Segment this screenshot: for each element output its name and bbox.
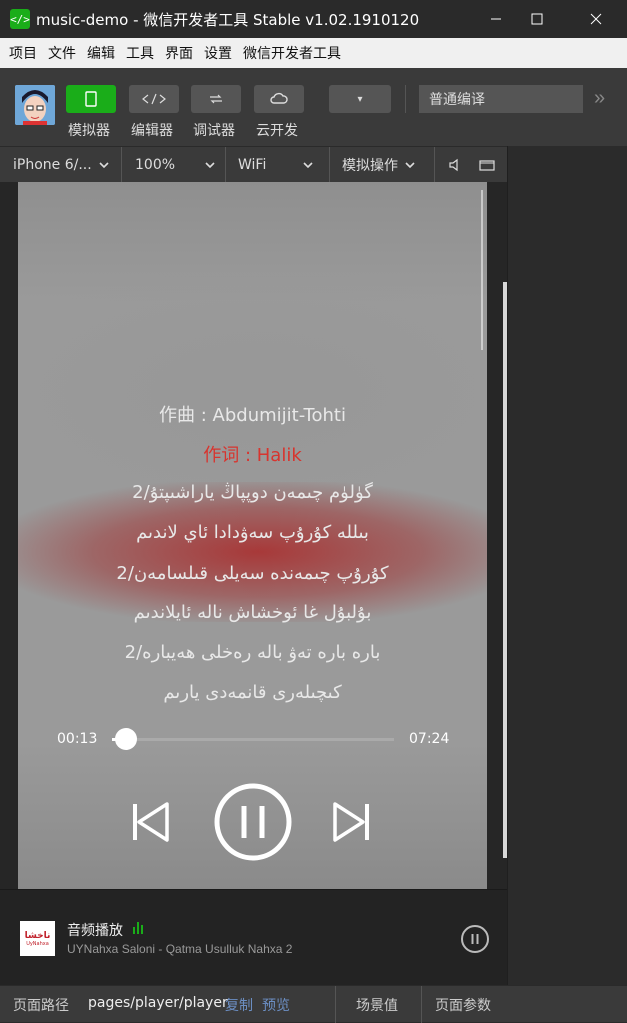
pause-icon [214, 783, 292, 861]
zoom-select[interactable]: 100% [135, 147, 216, 183]
mode-dropdown-button[interactable]: ▾ [329, 85, 391, 113]
avatar[interactable] [15, 85, 55, 125]
operation-value: 模拟操作 [342, 158, 398, 174]
playing-indicator-icon [133, 922, 143, 934]
simulator-label: 模拟器 [68, 123, 110, 139]
toolbar-divider [405, 85, 406, 113]
audio-title: 音频播放 [67, 923, 123, 939]
divider [335, 986, 336, 1023]
menu-item-view[interactable]: 界面 [165, 43, 193, 63]
cover-subtitle: UyNahxa [26, 940, 49, 947]
lyric-line: باره باره تەۋ باله رەخلى ھەيباره/2 [124, 642, 381, 663]
lyric-line: كىچىلەرى قانمەدى يارىم [163, 682, 342, 703]
lyric-line-active: 作词 : Halik [203, 445, 302, 466]
background-blur [18, 482, 487, 622]
more-tools-icon[interactable]: » [594, 87, 605, 110]
editor-toggle-button[interactable] [129, 85, 179, 113]
simulator-options-bar: iPhone 6/... 100% WiFi 模拟操作 [0, 146, 507, 183]
network-select[interactable]: WiFi [238, 147, 314, 183]
sound-toggle[interactable] [448, 147, 462, 183]
device-select[interactable]: iPhone 6/... [13, 147, 110, 183]
copy-path-link[interactable]: 复制 [225, 995, 253, 1015]
menu-item-edit[interactable]: 编辑 [87, 43, 115, 63]
lyric-line: كۇرۇپ چىمەندە سەيلى قىلسامەن/2 [116, 563, 389, 584]
window-title: music-demo - 微信开发者工具 Stable v1.02.191012… [36, 10, 420, 29]
cloud-dev-button[interactable] [254, 85, 304, 113]
simulator-scrollbar[interactable] [503, 282, 507, 858]
current-time: 00:13 [57, 731, 98, 747]
chevron-down-icon [405, 162, 415, 169]
popout-button[interactable] [479, 147, 495, 183]
phone-icon [85, 91, 97, 107]
menu-item-settings[interactable]: 设置 [204, 43, 232, 63]
compile-mode-select[interactable]: 普通编译 [419, 85, 583, 113]
menu-item-devtools[interactable]: 微信开发者工具 [243, 43, 341, 63]
page-path: pages/player/player [88, 995, 228, 1011]
debugger-label: 调试器 [193, 123, 235, 139]
mini-pause-button[interactable] [461, 925, 489, 953]
album-cover: ناخشا UyNahxa [20, 921, 55, 956]
close-icon [590, 13, 602, 25]
lyric-line: بىللە كۇرۇپ سەۋدادا ئاي لاندىم [136, 522, 369, 543]
chevron-down-icon [303, 162, 313, 169]
menu-bar: 项目 文件 编辑 工具 界面 设置 微信开发者工具 [0, 38, 627, 68]
skip-next-icon [333, 802, 369, 842]
next-track-button[interactable] [331, 800, 371, 844]
divider [434, 147, 435, 183]
chevron-down-icon [205, 162, 215, 169]
audio-subtitle: UYNahxa Saloni - Qatma Usulluk Nahxa 2 [67, 942, 293, 956]
network-value: WiFi [238, 157, 267, 173]
caret-down-icon: ▾ [357, 93, 363, 105]
zoom-value: 100% [135, 157, 176, 173]
simulate-operation-select[interactable]: 模拟操作 [342, 147, 416, 183]
debugger-toggle-button[interactable] [191, 85, 241, 113]
divider [225, 147, 226, 183]
simulator-toggle-button[interactable] [66, 85, 116, 113]
player-screen: 作曲 : Abdumijit-Tohti 作词 : Halik گۈلۈم چى… [18, 182, 487, 889]
menu-item-tools[interactable]: 工具 [126, 43, 154, 63]
minimize-icon [491, 18, 501, 20]
page-path-label: 页面路径 [13, 998, 69, 1014]
preview-link[interactable]: 预览 [262, 995, 290, 1015]
menu-item-project[interactable]: 项目 [9, 43, 37, 63]
lyric-line: 作曲 : Abdumijit-Tohti [159, 405, 346, 426]
previous-track-button[interactable] [131, 800, 171, 844]
speaker-icon [449, 158, 458, 172]
cover-title: ناخشا [24, 930, 51, 941]
chevron-down-icon [99, 162, 109, 169]
editor-label: 编辑器 [131, 123, 173, 139]
background-audio-bar[interactable]: ناخشا UyNahxa 音频播放 UYNahxa Saloni - Qatm… [0, 889, 507, 985]
avatar-icon [15, 85, 55, 125]
window-popout-icon [479, 160, 495, 171]
progress-track[interactable] [112, 738, 394, 741]
maximize-icon [531, 13, 543, 25]
device-value: iPhone 6/... [13, 157, 92, 173]
window-titlebar: </> music-demo - 微信开发者工具 Stable v1.02.19… [0, 0, 627, 38]
panel-divider [507, 146, 508, 1022]
total-time: 07:24 [409, 731, 450, 747]
divider [121, 147, 122, 183]
cloud-icon [270, 92, 288, 104]
pause-icon [471, 934, 479, 944]
skip-previous-icon [133, 802, 169, 842]
cloud-dev-label: 云开发 [256, 123, 298, 139]
lyrics-scrollbar [481, 190, 483, 350]
lyric-line: گۈلۈم چىمەن دوپپاڭ ياراشىپتۇ/2 [132, 482, 373, 503]
divider [421, 986, 422, 1023]
app-logo-icon: </> [10, 9, 30, 29]
menu-item-file[interactable]: 文件 [48, 43, 76, 63]
pause-button[interactable] [213, 782, 293, 862]
right-panel [507, 146, 627, 1022]
maximize-button[interactable] [511, 0, 563, 38]
close-button[interactable] [570, 0, 622, 38]
code-icon [142, 93, 166, 105]
lyric-line: بۇلبۇل غا ئوخشاش ناله ئايلاندىم [133, 602, 372, 623]
debug-icon [210, 94, 222, 104]
status-bar: 页面路径 pages/player/player 复制 预览 场景值 页面参数 [0, 985, 627, 1023]
divider [329, 147, 330, 183]
main-toolbar: 模拟器 编辑器 调试器 云开发 ▾ 普通编译 » [0, 68, 627, 146]
scene-value-button[interactable]: 场景值 [356, 995, 398, 1015]
page-params-button[interactable]: 页面参数 [435, 995, 491, 1015]
